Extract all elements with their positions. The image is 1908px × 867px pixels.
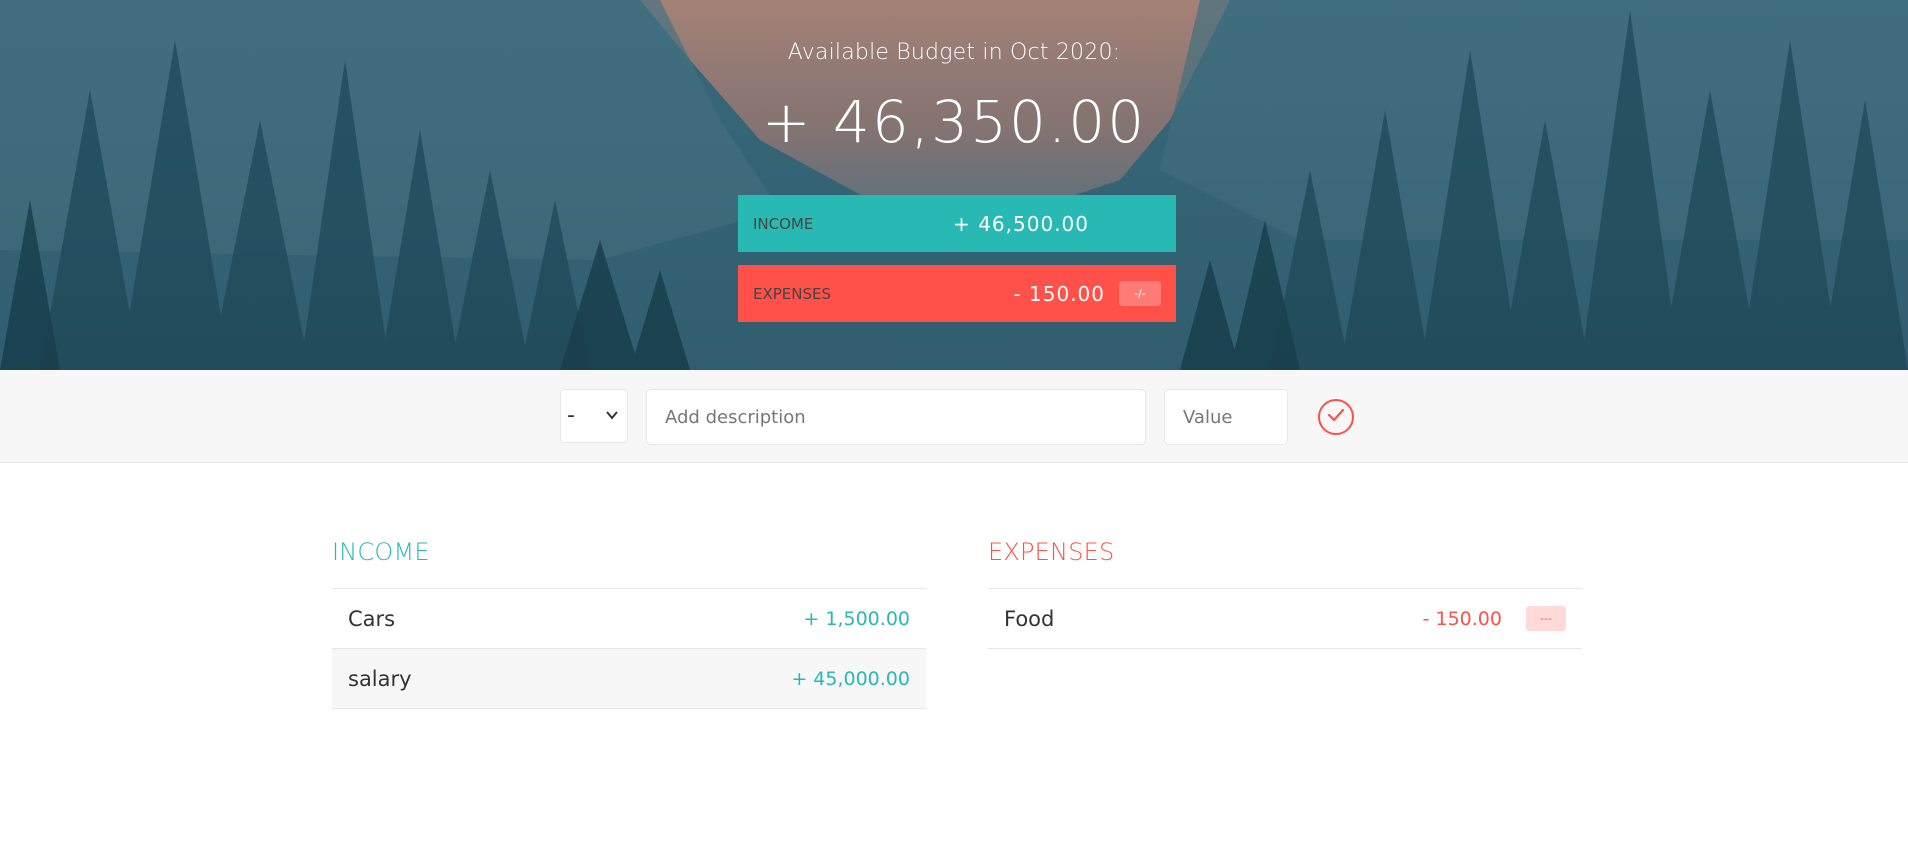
expenses-list-title: EXPENSES: [988, 538, 1115, 566]
expenses-percentage-badge: -/-: [1119, 281, 1161, 306]
expenses-rows: Food - 150.00 ---: [988, 588, 1582, 649]
income-item[interactable]: Cars + 1,500.00: [332, 589, 926, 649]
expense-item[interactable]: Food - 150.00 ---: [988, 589, 1582, 649]
expense-item-description: Food: [1004, 606, 1055, 631]
add-button[interactable]: [1318, 399, 1354, 435]
income-rows: Cars + 1,500.00 salary + 45,000.00: [332, 588, 926, 709]
expenses-summary-label: EXPENSES: [753, 284, 832, 303]
budget-value: + 46,350.00: [761, 88, 1147, 156]
description-input[interactable]: [646, 389, 1146, 445]
income-item-description: Cars: [348, 606, 396, 631]
budget-title: Available Budget in Oct 2020:: [787, 40, 1121, 65]
income-summary-label: INCOME: [753, 214, 814, 233]
type-select-value: -: [567, 403, 575, 428]
value-input[interactable]: [1164, 389, 1288, 445]
income-summary-value: + 46,500.00: [953, 211, 1089, 236]
income-item-description: salary: [348, 666, 412, 691]
income-summary: INCOME + 46,500.00: [738, 195, 1176, 252]
income-item-value: + 1,500.00: [803, 607, 910, 630]
expenses-summary: EXPENSES - 150.00 -/-: [738, 265, 1176, 322]
expense-item-percentage: ---: [1526, 606, 1566, 631]
checkmark-icon: [1326, 405, 1346, 429]
expenses-summary-value: - 150.00: [1013, 281, 1105, 306]
expense-item-value: - 150.00: [1422, 607, 1502, 630]
income-item[interactable]: salary + 45,000.00: [332, 649, 926, 709]
type-select[interactable]: -: [560, 389, 628, 443]
budget-header: Available Budget in Oct 2020: + 46,350.0…: [0, 0, 1908, 370]
income-list-title: INCOME: [332, 538, 430, 566]
income-item-value: + 45,000.00: [791, 667, 910, 690]
add-entry-bar: -: [0, 370, 1908, 463]
chevron-down-icon: [605, 390, 619, 464]
